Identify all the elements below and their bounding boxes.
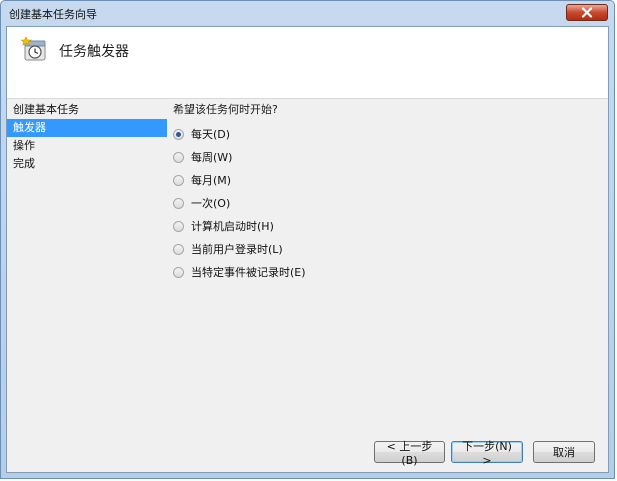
trigger-question: 希望该任务何时开始? [173,103,278,116]
window-title: 创建基本任务向导 [9,8,97,21]
option-event-logged[interactable]: 当特定事件被记录时(E) [173,264,603,280]
option-weekly[interactable]: 每周(W) [173,149,603,165]
radio-event-logged[interactable] [173,266,184,278]
wizard-step-list: 创建基本任务 触发器 操作 完成 [7,101,167,173]
option-label: 当特定事件被记录时(E) [191,266,306,279]
wizard-client-area: 任务触发器 创建基本任务 触发器 操作 完成 希望该任务何时开始? 每天(D) … [6,26,609,473]
option-daily[interactable]: 每天(D) [173,126,603,142]
option-label: 每周(W) [191,151,233,164]
wizard-window: 创建基本任务向导 任务触发器 创建基本任务 触发器 操作 完成 希望该任务何时开… [0,0,615,479]
step-trigger: 触发器 [7,119,167,137]
radio-computer-startup[interactable] [173,220,184,232]
trigger-options: 希望该任务何时开始? 每天(D) 每周(W) 每月(M) 一次(O) 计算机启动… [173,101,603,280]
wizard-buttons: < 上一步(B) 下一步(N) > 取消 [374,440,595,467]
radio-weekly[interactable] [173,151,184,163]
title-bar[interactable]: 创建基本任务向导 [1,1,614,25]
option-user-logon[interactable]: 当前用户登录时(L) [173,241,603,257]
radio-daily[interactable] [173,128,184,140]
step-finish: 完成 [13,157,35,170]
step-create-basic-task: 创建基本任务 [13,103,79,116]
page-title: 任务触发器 [59,44,129,60]
option-once[interactable]: 一次(O) [173,195,603,211]
option-label: 当前用户登录时(L) [191,243,283,256]
radio-once[interactable] [173,197,184,209]
close-icon [581,7,593,18]
option-label: 计算机启动时(H) [191,220,274,233]
radio-monthly[interactable] [173,174,184,186]
option-label: 一次(O) [191,197,231,210]
step-action: 操作 [13,139,35,152]
cancel-button[interactable]: 取消 [533,441,595,463]
back-button[interactable]: < 上一步(B) [374,440,445,467]
radio-user-logon[interactable] [173,243,184,255]
option-monthly[interactable]: 每月(M) [173,172,603,188]
option-label: 每月(M) [191,174,232,187]
close-button[interactable] [566,4,608,21]
next-button[interactable]: 下一步(N) > [451,440,523,467]
option-label: 每天(D) [191,128,231,141]
wizard-header: 任务触发器 [7,27,608,99]
option-computer-startup[interactable]: 计算机启动时(H) [173,218,603,234]
task-clock-icon [21,36,46,61]
